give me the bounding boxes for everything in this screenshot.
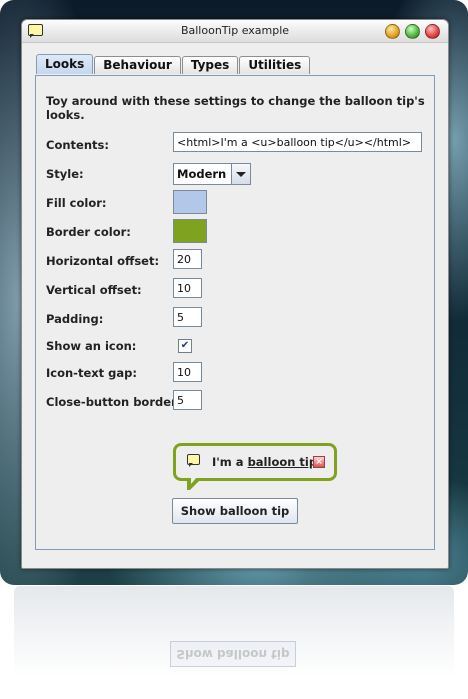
maximize-button[interactable] — [405, 24, 420, 39]
fill-color-label: Fill color: — [46, 196, 107, 210]
show-icon-checkbox[interactable]: ✔ — [178, 339, 192, 353]
fill-color-swatch[interactable] — [173, 190, 207, 214]
tab-types[interactable]: Types — [181, 56, 239, 74]
close-button-border-input[interactable]: 5 — [173, 390, 202, 410]
balloon-text-prefix: I'm a — [212, 455, 248, 469]
vertical-offset-input[interactable]: 10 — [173, 278, 202, 298]
horizontal-offset-label: Horizontal offset: — [46, 254, 160, 268]
balloon-text-underlined: balloon tip — [247, 455, 318, 469]
balloon-tip: I'm a balloon tip × — [173, 443, 337, 481]
title-bar[interactable]: BalloonTip example — [22, 20, 448, 43]
style-label: Style: — [46, 167, 84, 181]
vertical-offset-label: Vertical offset: — [46, 283, 142, 297]
close-icon[interactable]: × — [313, 456, 325, 468]
close-button[interactable] — [425, 24, 440, 39]
balloon-icon — [187, 454, 200, 467]
close-button-border-label: Close-button border: — [46, 395, 182, 409]
padding-label: Padding: — [46, 312, 104, 326]
icon-text-gap-input[interactable]: 10 — [173, 362, 202, 382]
show-icon-label: Show an icon: — [46, 339, 137, 353]
looks-panel: Toy around with these settings to change… — [35, 75, 435, 550]
tab-utilities[interactable]: Utilities — [239, 56, 311, 74]
border-color-swatch[interactable] — [173, 219, 207, 243]
horizontal-offset-input[interactable]: 20 — [173, 249, 202, 269]
reflected-show-button: Show balloon tip — [170, 641, 296, 667]
icon-text-gap-label: Icon-text gap: — [46, 366, 137, 380]
style-select[interactable]: Modern — [173, 163, 251, 185]
tab-behaviour[interactable]: Behaviour — [94, 56, 181, 74]
border-color-label: Border color: — [46, 225, 131, 239]
show-balloon-tip-button[interactable]: Show balloon tip — [172, 498, 298, 524]
balloon-text: I'm a balloon tip — [212, 455, 317, 469]
balloon-tail-inner — [191, 477, 197, 484]
padding-input[interactable]: 5 — [173, 307, 202, 327]
minimize-button[interactable] — [385, 24, 400, 39]
intro-text: Toy around with these settings to change… — [46, 94, 425, 122]
tab-bar: Looks Behaviour Types Utilities — [36, 54, 311, 75]
contents-input[interactable]: <html>I'm a <u>balloon tip</u></html> — [173, 132, 422, 152]
app-window: BalloonTip example Looks Behaviour Types… — [21, 19, 449, 569]
tab-looks[interactable]: Looks — [36, 54, 94, 74]
contents-label: Contents: — [46, 138, 109, 152]
chevron-down-icon[interactable] — [231, 164, 250, 184]
style-selected-value: Modern — [177, 167, 227, 181]
